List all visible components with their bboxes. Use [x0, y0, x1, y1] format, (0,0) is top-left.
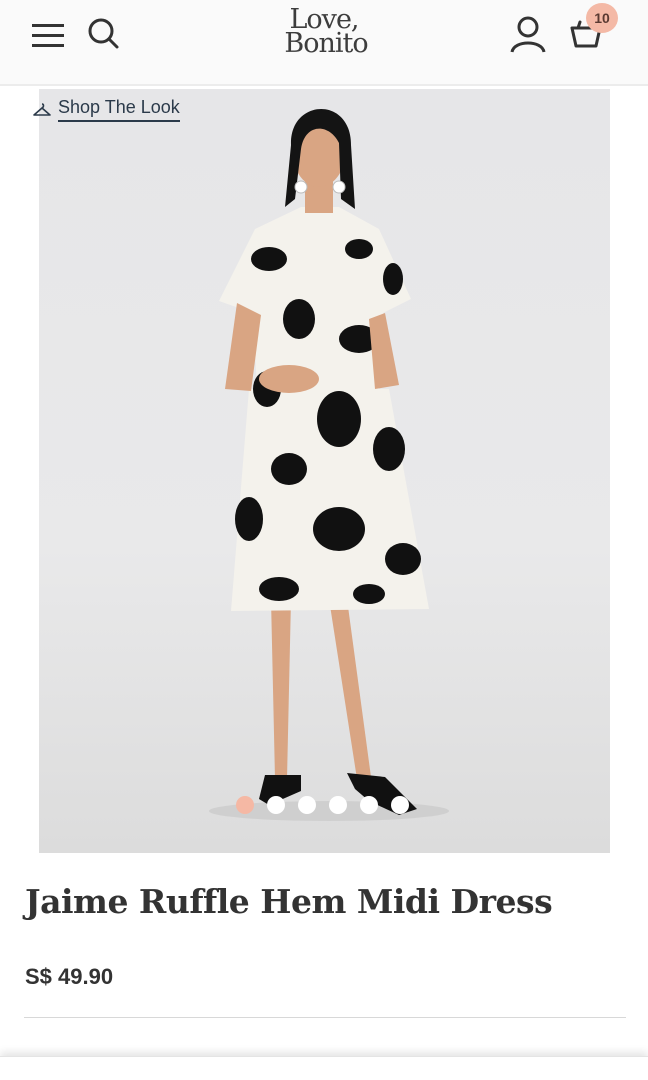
menu-icon — [32, 24, 64, 47]
site-header: Love, Bonito 10 — [0, 0, 648, 86]
search-button[interactable] — [86, 16, 122, 52]
carousel-dot-6[interactable] — [391, 796, 409, 814]
carousel-dot-3[interactable] — [298, 796, 316, 814]
product-image-gallery[interactable] — [39, 89, 610, 853]
divider — [24, 1017, 626, 1018]
account-icon — [510, 16, 546, 53]
hanger-icon — [33, 102, 51, 116]
shop-the-look-link[interactable]: Shop The Look — [32, 97, 180, 122]
shop-the-look-label: Shop The Look — [58, 97, 180, 122]
logo-line-2: Bonito — [284, 28, 368, 59]
cart-count-badge: 10 — [586, 3, 618, 33]
account-button[interactable] — [508, 14, 548, 54]
search-icon — [88, 18, 119, 49]
carousel-pagination — [236, 796, 409, 814]
menu-button[interactable] — [30, 18, 66, 54]
brand-logo[interactable]: Love, Bonito — [262, 6, 386, 64]
carousel-dot-1[interactable] — [236, 796, 254, 814]
product-title: Jaime Ruffle Hem Midi Dress — [25, 882, 553, 921]
product-photo — [209, 108, 449, 821]
carousel-dot-4[interactable] — [329, 796, 347, 814]
product-price: S$ 49.90 — [25, 964, 114, 989]
carousel-dot-5[interactable] — [360, 796, 378, 814]
carousel-dot-2[interactable] — [267, 796, 285, 814]
sticky-bottom-bar — [0, 1056, 648, 1080]
